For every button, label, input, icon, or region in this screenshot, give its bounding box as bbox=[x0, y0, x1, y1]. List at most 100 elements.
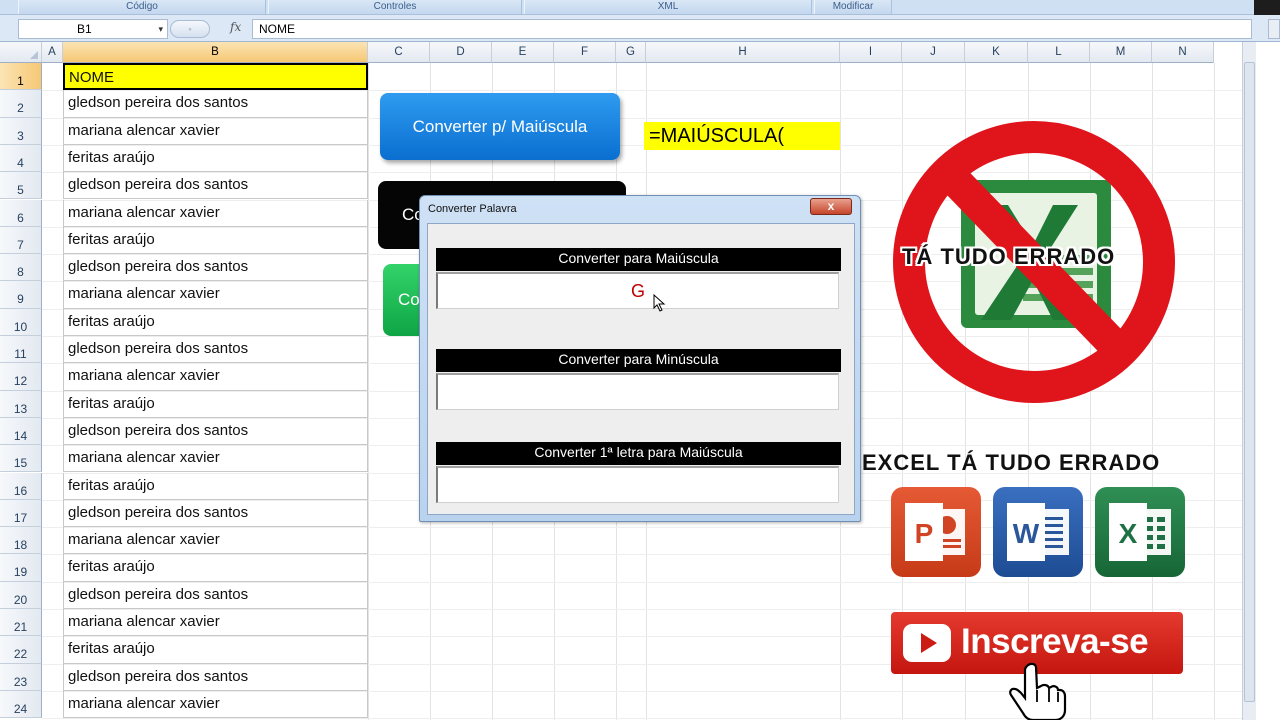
promo-banner: EXCEL TÁ TUDO ERRADO bbox=[862, 450, 1161, 475]
name-cell[interactable]: feritas araújo bbox=[63, 226, 368, 255]
name-cell[interactable]: feritas araújo bbox=[63, 554, 368, 582]
row-header-4[interactable]: 4 bbox=[0, 144, 42, 173]
name-cell[interactable]: gledson pereira dos santos bbox=[63, 663, 368, 691]
uppercase-input[interactable]: G bbox=[436, 272, 839, 309]
close-button[interactable]: x bbox=[810, 198, 852, 215]
row-header-21[interactable]: 21 bbox=[0, 609, 42, 637]
row-header-13[interactable]: 13 bbox=[0, 390, 42, 418]
row-header-23[interactable]: 23 bbox=[0, 663, 42, 691]
row-header-16[interactable]: 16 bbox=[0, 472, 42, 500]
column-header-c[interactable]: C bbox=[368, 42, 430, 63]
column-header-j[interactable]: J bbox=[902, 42, 965, 63]
name-cell[interactable]: feritas araújo bbox=[63, 308, 368, 336]
column-header-g[interactable]: G bbox=[616, 42, 646, 63]
column-header-e[interactable]: E bbox=[492, 42, 554, 63]
proper-case-input[interactable] bbox=[436, 466, 839, 503]
excel-window: Código Controles XML Modificar B1 ▾ ◦ fx… bbox=[0, 0, 1280, 720]
ribbon-group-code[interactable]: Código bbox=[18, 0, 266, 14]
row-header-24[interactable]: 24 bbox=[0, 690, 42, 719]
lowercase-input[interactable] bbox=[436, 373, 839, 410]
ribbon-group-bar: Código Controles XML Modificar bbox=[0, 0, 1280, 15]
insert-function-button[interactable]: fx bbox=[230, 20, 241, 34]
name-box-value: B1 bbox=[77, 22, 92, 36]
chevron-down-icon[interactable]: ▾ bbox=[158, 20, 163, 38]
window-edge bbox=[1256, 42, 1280, 720]
row-header-6[interactable]: 6 bbox=[0, 199, 42, 227]
scrollbar-thumb[interactable] bbox=[1244, 62, 1255, 702]
name-cell[interactable]: gledson pereira dos santos bbox=[63, 172, 368, 200]
column-header-i[interactable]: I bbox=[840, 42, 902, 63]
name-cell[interactable]: gledson pereira dos santos bbox=[63, 254, 368, 282]
formula-note: =MAIÚSCULA( bbox=[644, 122, 840, 150]
row-header-3[interactable]: 3 bbox=[0, 117, 42, 145]
column-header-d[interactable]: D bbox=[430, 42, 492, 63]
sign-caption: TÁ TUDO ERRADO bbox=[902, 244, 1116, 269]
column-header-l[interactable]: L bbox=[1028, 42, 1090, 63]
name-box[interactable]: B1 ▾ bbox=[18, 19, 168, 39]
row-header-2[interactable]: 2 bbox=[0, 90, 42, 118]
name-cell[interactable]: gledson pereira dos santos bbox=[63, 499, 368, 528]
row-header-17[interactable]: 17 bbox=[0, 499, 42, 528]
name-cell[interactable]: gledson pereira dos santos bbox=[63, 581, 368, 609]
name-cell[interactable]: mariana alencar xavier bbox=[63, 281, 368, 309]
name-cell[interactable]: feritas araújo bbox=[63, 390, 368, 418]
name-cell[interactable]: mariana alencar xavier bbox=[63, 117, 368, 145]
row-header-7[interactable]: 7 bbox=[0, 226, 42, 255]
row-header-19[interactable]: 19 bbox=[0, 554, 42, 582]
powerpoint-letter: P bbox=[915, 518, 934, 549]
lowercase-label: Converter para Minúscula bbox=[436, 349, 841, 372]
proper-case-label: Converter 1ª letra para Maiúscula bbox=[436, 442, 841, 465]
expand-handle-icon[interactable]: ◦ bbox=[170, 20, 210, 38]
select-all-button[interactable] bbox=[0, 42, 42, 63]
row-header-5[interactable]: 5 bbox=[0, 172, 42, 200]
row-header-1[interactable]: 1 bbox=[0, 63, 42, 91]
vertical-scrollbar[interactable] bbox=[1242, 42, 1256, 720]
row-header-18[interactable]: 18 bbox=[0, 527, 42, 555]
dialog-body: Converter para Maiúscula G Converter par… bbox=[427, 223, 855, 515]
name-cell[interactable]: gledson pereira dos santos bbox=[63, 336, 368, 364]
subscribe-label: Inscreva-se bbox=[961, 622, 1149, 661]
convert-word-dialog: Converter Palavra x Converter para Maiús… bbox=[419, 195, 861, 522]
ribbon-edge bbox=[1254, 0, 1280, 15]
ribbon-group-xml[interactable]: XML bbox=[524, 0, 812, 14]
row-header-22[interactable]: 22 bbox=[0, 636, 42, 664]
column-header-m[interactable]: M bbox=[1090, 42, 1152, 63]
row-header-9[interactable]: 9 bbox=[0, 281, 42, 309]
header-cell-nome[interactable]: NOME bbox=[63, 63, 368, 91]
name-cell[interactable]: gledson pereira dos santos bbox=[63, 417, 368, 446]
formula-expand-button[interactable] bbox=[1268, 19, 1280, 39]
formula-bar: B1 ▾ ◦ fx NOME bbox=[0, 15, 1280, 42]
column-header-h[interactable]: H bbox=[646, 42, 840, 63]
row-header-15[interactable]: 15 bbox=[0, 445, 42, 473]
name-cell[interactable]: mariana alencar xavier bbox=[63, 363, 368, 391]
name-cell[interactable]: feritas araújo bbox=[63, 144, 368, 173]
name-cell[interactable]: mariana alencar xavier bbox=[63, 527, 368, 555]
dialog-title: Converter Palavra bbox=[428, 203, 517, 215]
row-header-20[interactable]: 20 bbox=[0, 581, 42, 609]
name-cell[interactable]: mariana alencar xavier bbox=[63, 609, 368, 637]
name-cell[interactable]: gledson pereira dos santos bbox=[63, 90, 368, 118]
play-icon bbox=[903, 624, 951, 662]
column-header-k[interactable]: K bbox=[965, 42, 1028, 63]
formula-tools: ◦ fx bbox=[170, 19, 250, 39]
name-cell[interactable]: feritas araújo bbox=[63, 636, 368, 664]
ribbon-group-controls[interactable]: Controles bbox=[268, 0, 522, 14]
name-cell[interactable]: mariana alencar xavier bbox=[63, 445, 368, 473]
row-header-14[interactable]: 14 bbox=[0, 417, 42, 446]
name-cell[interactable]: feritas araújo bbox=[63, 472, 368, 500]
column-header-n[interactable]: N bbox=[1152, 42, 1214, 63]
column-header-b[interactable]: B bbox=[63, 42, 368, 63]
row-header-8[interactable]: 8 bbox=[0, 254, 42, 282]
name-cell[interactable]: mariana alencar xavier bbox=[63, 199, 368, 227]
column-header-f[interactable]: F bbox=[554, 42, 616, 63]
row-header-11[interactable]: 11 bbox=[0, 336, 42, 364]
convert-uppercase-button[interactable]: Converter p/ Maiúscula bbox=[380, 93, 620, 160]
formula-input[interactable]: NOME bbox=[252, 19, 1252, 39]
powerpoint-icon: P bbox=[891, 487, 981, 577]
excel-icon: X bbox=[1095, 487, 1185, 577]
name-cell[interactable]: mariana alencar xavier bbox=[63, 690, 368, 719]
row-header-10[interactable]: 10 bbox=[0, 308, 42, 336]
ribbon-group-modify[interactable]: Modificar bbox=[814, 0, 892, 14]
column-header-a[interactable]: A bbox=[42, 42, 63, 63]
row-header-12[interactable]: 12 bbox=[0, 363, 42, 391]
